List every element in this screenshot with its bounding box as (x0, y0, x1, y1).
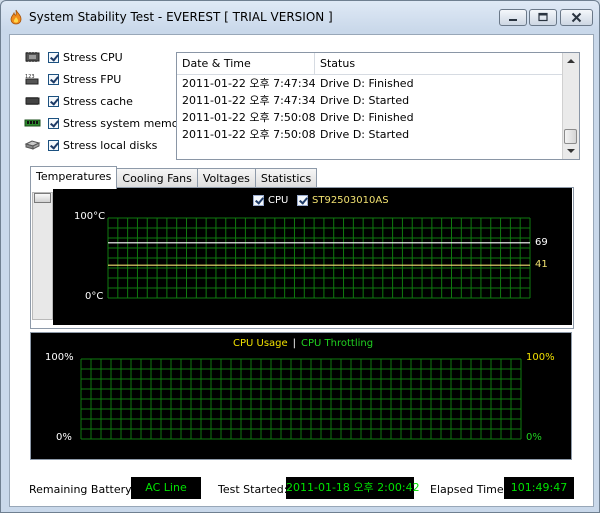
maximize-icon (538, 12, 548, 22)
stress-cpu-checkbox[interactable] (48, 51, 59, 63)
elapsed-time-value: 101:49:47 (504, 477, 574, 499)
stress-disks-label: Stress local disks (63, 138, 158, 152)
table-row[interactable]: 2011-01-22 오후 7:50:08 Drive D: Started (177, 126, 563, 143)
minimize-icon (509, 19, 517, 21)
scroll-thumb[interactable] (564, 129, 577, 144)
legend-cpu-label: CPU (268, 195, 289, 206)
row-status: Drive D: Started (320, 94, 410, 107)
temp-axis-min-label: 0°C (85, 291, 104, 302)
row-datetime: 2011-01-22 오후 7:47:34 (182, 94, 316, 107)
scroll-down-arrow-icon[interactable] (567, 149, 575, 153)
legend-disk[interactable]: ST92503010AS (297, 195, 389, 206)
fpu-icon: 123 (24, 73, 41, 85)
legend-cpu[interactable]: CPU (253, 195, 288, 206)
tab-strip: Temperatures Cooling Fans Voltages Stati… (30, 166, 318, 189)
option-stress-fpu[interactable]: 123 Stress FPU (24, 70, 121, 88)
stress-memory-checkbox[interactable] (48, 117, 59, 129)
row-datetime: 2011-01-22 오후 7:50:08 (182, 128, 316, 141)
tab-voltages[interactable]: Voltages (196, 168, 256, 188)
stability-test-window: System Stability Test - EVEREST [ TRIAL … (0, 0, 600, 513)
column-header-status[interactable]: Status (315, 53, 563, 74)
legend-separator: | (292, 338, 297, 349)
stress-disks-checkbox[interactable] (48, 139, 59, 151)
log-scrollbar[interactable] (562, 53, 579, 159)
test-started-value: 2011-01-18 오후 2:00:42 (286, 477, 420, 499)
legend-disk-checkbox[interactable] (297, 195, 308, 206)
row-datetime: 2011-01-22 오후 7:47:34 (182, 77, 316, 90)
legend-disk-label: ST92503010AS (312, 195, 389, 206)
row-datetime: 2011-01-22 오후 7:50:08 (182, 111, 316, 124)
memory-module-icon (24, 117, 41, 129)
disk-drive-icon (24, 139, 41, 151)
row-status: Drive D: Started (320, 128, 410, 141)
disk-temp-readout: 41 (535, 259, 548, 270)
stress-cache-label: Stress cache (63, 94, 133, 108)
window-title: System Stability Test - EVEREST [ TRIAL … (29, 10, 333, 24)
usage-axis-max-right: 100% (526, 352, 555, 363)
close-button[interactable] (560, 9, 593, 26)
tab-cooling-fans[interactable]: Cooling Fans (116, 168, 198, 188)
battery-label: Remaining Battery: (29, 483, 135, 496)
option-stress-memory[interactable]: Stress system memory (24, 114, 190, 132)
tab-temperatures[interactable]: Temperatures (30, 166, 118, 189)
column-header-datetime[interactable]: Date & Time (177, 53, 315, 74)
table-row[interactable]: 2011-01-22 오후 7:47:34 Drive D: Started (177, 92, 563, 109)
stress-memory-label: Stress system memory (63, 116, 190, 130)
usage-axis-min-left: 0% (56, 432, 72, 443)
minimize-button[interactable] (499, 9, 527, 26)
usage-axis-max-left: 100% (45, 352, 74, 363)
chart-zoom-slider[interactable] (32, 192, 53, 320)
row-status: Drive D: Finished (320, 111, 414, 124)
stress-fpu-checkbox[interactable] (48, 73, 59, 85)
title-bar[interactable]: System Stability Test - EVEREST [ TRIAL … (1, 1, 599, 35)
stress-fpu-label: Stress FPU (63, 72, 122, 86)
cache-chip-icon (24, 95, 41, 107)
stress-cpu-label: Stress CPU (63, 50, 123, 64)
event-log-list[interactable]: Date & Time Status 2011-01-22 오후 7:47:34… (176, 52, 580, 160)
temperature-grid (107, 217, 531, 299)
test-started-label: Test Started: (218, 483, 288, 496)
cpu-usage-chart: CPU Usage | CPU Throttling 100% 0% 100% … (30, 332, 572, 460)
legend-cpu-throttling: CPU Throttling (301, 338, 374, 349)
temperature-chart: CPU ST92503010AS 100°C 0°C 69 41 (53, 188, 572, 325)
option-stress-cpu[interactable]: Stress CPU (24, 48, 123, 66)
table-row[interactable]: 2011-01-22 오후 7:50:08 Drive D: Finished (177, 109, 563, 126)
option-stress-disks[interactable]: Stress local disks (24, 136, 157, 154)
maximize-button[interactable] (529, 9, 557, 26)
legend-cpu-usage: CPU Usage (233, 338, 288, 349)
table-row[interactable]: 2011-01-22 오후 7:47:34 Drive D: Finished (177, 75, 563, 92)
option-stress-cache[interactable]: Stress cache (24, 92, 133, 110)
scroll-up-arrow-icon[interactable] (567, 59, 575, 63)
temp-axis-max-label: 100°C (74, 211, 106, 222)
usage-legend: CPU Usage | CPU Throttling (233, 338, 373, 349)
client-area: Stress CPU 123 Stress FPU Stress cache S… (9, 34, 594, 507)
legend-cpu-checkbox[interactable] (253, 195, 264, 206)
tab-statistics[interactable]: Statistics (254, 168, 318, 188)
usage-axis-min-right: 0% (526, 432, 542, 443)
close-icon (571, 12, 582, 23)
cpu-temp-readout: 69 (535, 237, 548, 248)
log-header: Date & Time Status (177, 53, 563, 75)
slider-thumb[interactable] (34, 193, 51, 203)
flame-icon (10, 9, 22, 25)
row-status: Drive D: Finished (320, 77, 414, 90)
battery-value: AC Line (131, 477, 201, 499)
elapsed-time-label: Elapsed Time: (430, 483, 508, 496)
cpu-chip-icon (24, 51, 41, 63)
usage-grid (80, 358, 522, 440)
stress-cache-checkbox[interactable] (48, 95, 59, 107)
